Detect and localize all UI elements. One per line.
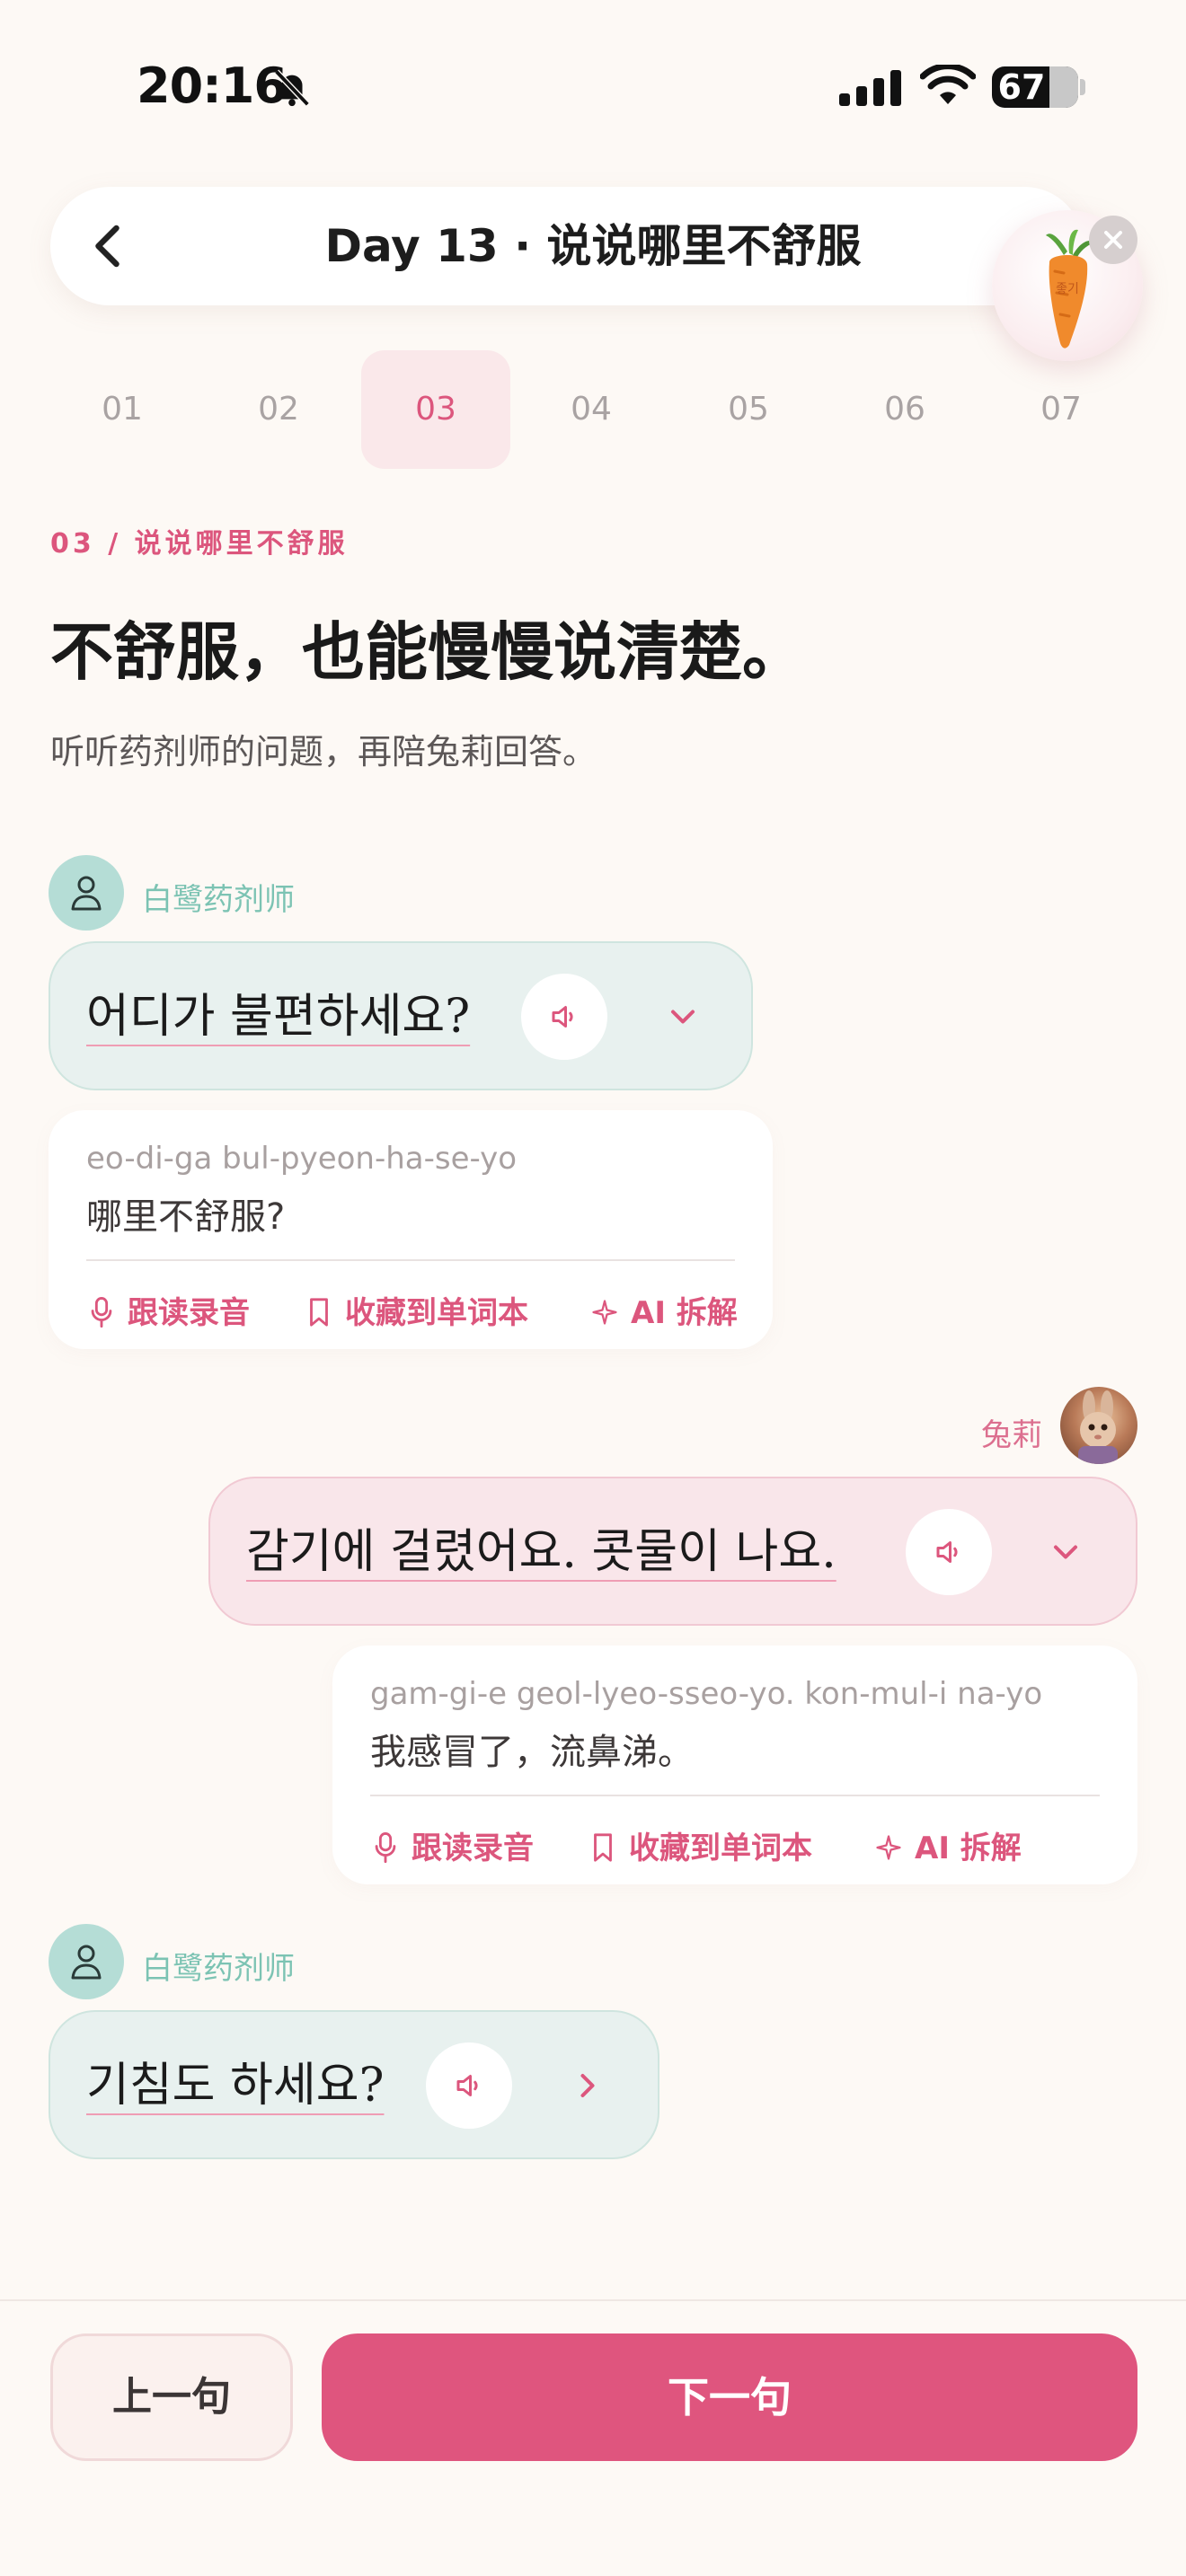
status-bar: 20:16 67 [0, 0, 1186, 171]
play-audio-button[interactable] [521, 974, 607, 1060]
save-to-wordbook-button[interactable]: 收藏到单词本 [305, 1288, 528, 1333]
microphone-icon [375, 1832, 396, 1863]
tab-03[interactable]: 03 [361, 350, 510, 469]
page-title: Day 13 · 说说哪里不舒服 [324, 220, 862, 272]
microphone-icon [91, 1297, 112, 1328]
rabbit-icon [1078, 1390, 1118, 1464]
lesson-screen: 20:16 67 Day 13 · 说说哪里不舒服 좋기 01 02 03 04… [0, 0, 1186, 2576]
shadow-record-button[interactable]: 跟读录音 [88, 1288, 250, 1333]
chevron-right-icon[interactable] [568, 2066, 607, 2105]
romanization: eo-di-ga bul-pyeon-ha-se-yo [86, 1141, 518, 1177]
ai-label: AI 拆解 [915, 1831, 1022, 1866]
speaker-icon [936, 1541, 958, 1563]
play-audio-button[interactable] [426, 2042, 512, 2129]
ai-breakdown-button[interactable]: AI 拆解 [591, 1288, 738, 1333]
battery-empty-portion [1049, 66, 1078, 108]
dialogue-bubble[interactable]: 어디가 불편하세요? [49, 941, 753, 1090]
lesson-subtitle: 听听药剂师的问题，再陪兔莉回答。 [50, 732, 597, 772]
mascot-close-button[interactable] [1089, 216, 1137, 264]
status-time: 20:16 [137, 57, 288, 114]
sentence-detail-card: gam-gi-e geol-lyeo-sseo-yo. kon-mul-i na… [332, 1645, 1137, 1884]
divider [370, 1795, 1100, 1796]
close-icon [1104, 231, 1122, 249]
header-bar: Day 13 · 说说哪里不舒服 [50, 187, 1084, 305]
wifi-icon [920, 65, 976, 104]
person-icon [71, 1945, 102, 1980]
korean-sentence: 어디가 불편하세요? [86, 990, 471, 1044]
battery-level: 67 [997, 67, 1046, 107]
ai-breakdown-button[interactable]: AI 拆解 [875, 1823, 1022, 1868]
romanization: gam-gi-e geol-lyeo-sseo-yo. kon-mul-i na… [370, 1676, 1043, 1712]
play-audio-button[interactable] [906, 1509, 992, 1595]
carrot-label: 좋기 [1056, 282, 1079, 296]
speaker-name: 兔莉 [981, 1417, 1042, 1453]
chevron-down-icon[interactable] [663, 997, 703, 1037]
translation: 哪里不舒服? [86, 1196, 286, 1238]
bell-muted-icon [274, 69, 310, 107]
sparkle-icon [876, 1835, 901, 1860]
speaker-name: 白鹭药剂师 [142, 1951, 295, 1987]
save-label: 收藏到单词本 [629, 1831, 812, 1866]
divider [86, 1259, 735, 1261]
tab-04[interactable]: 04 [517, 350, 666, 469]
footer-divider [0, 2299, 1186, 2301]
korean-sentence: 감기에 걸렸어요. 콧물이 나요. [246, 1525, 836, 1579]
tab-07[interactable]: 07 [987, 350, 1136, 469]
tab-02[interactable]: 02 [204, 350, 353, 469]
translation: 我感冒了，流鼻涕。 [370, 1732, 694, 1773]
next-sentence-button[interactable]: 下一句 [322, 2333, 1137, 2461]
tab-06[interactable]: 06 [830, 350, 979, 469]
rabbit-avatar [1060, 1387, 1137, 1464]
sentence-detail-card: eo-di-ga bul-pyeon-ha-se-yo 哪里不舒服? 跟读录音 … [49, 1110, 773, 1349]
lesson-crumb: 03 / 说说哪里不舒服 [50, 528, 349, 560]
previous-sentence-button[interactable]: 上一句 [50, 2333, 293, 2461]
pharmacist-avatar [49, 855, 124, 931]
dialogue-bubble[interactable]: 기침도 하세요? [49, 2010, 659, 2159]
person-icon [71, 876, 102, 911]
sparkle-icon [592, 1300, 617, 1325]
speaker-name: 白鹭药剂师 [142, 882, 295, 918]
chevron-down-icon[interactable] [1046, 1532, 1085, 1572]
shadow-record-label: 跟读录音 [128, 1295, 250, 1331]
tab-01[interactable]: 01 [48, 350, 197, 469]
cellular-signal-icon [839, 70, 901, 106]
speaker-icon [552, 1006, 573, 1028]
korean-sentence: 기침도 하세요? [86, 2059, 385, 2113]
shadow-record-label: 跟读录音 [412, 1831, 534, 1866]
bookmark-icon [310, 1298, 328, 1327]
shadow-record-button[interactable]: 跟读录音 [372, 1823, 534, 1868]
save-to-wordbook-button[interactable]: 收藏到单词本 [589, 1823, 812, 1868]
battery-icon: 67 [992, 66, 1078, 108]
lesson-title: 不舒服，也能慢慢说清楚。 [50, 615, 805, 689]
bookmark-icon [594, 1833, 612, 1862]
ai-label: AI 拆解 [631, 1295, 738, 1331]
dialogue-bubble[interactable]: 감기에 걸렸어요. 콧물이 나요. [208, 1477, 1137, 1626]
pharmacist-avatar [49, 1924, 124, 1999]
tab-05[interactable]: 05 [674, 350, 823, 469]
speaker-icon [456, 2075, 478, 2096]
save-label: 收藏到单词本 [345, 1295, 528, 1331]
battery-tip [1080, 79, 1085, 95]
